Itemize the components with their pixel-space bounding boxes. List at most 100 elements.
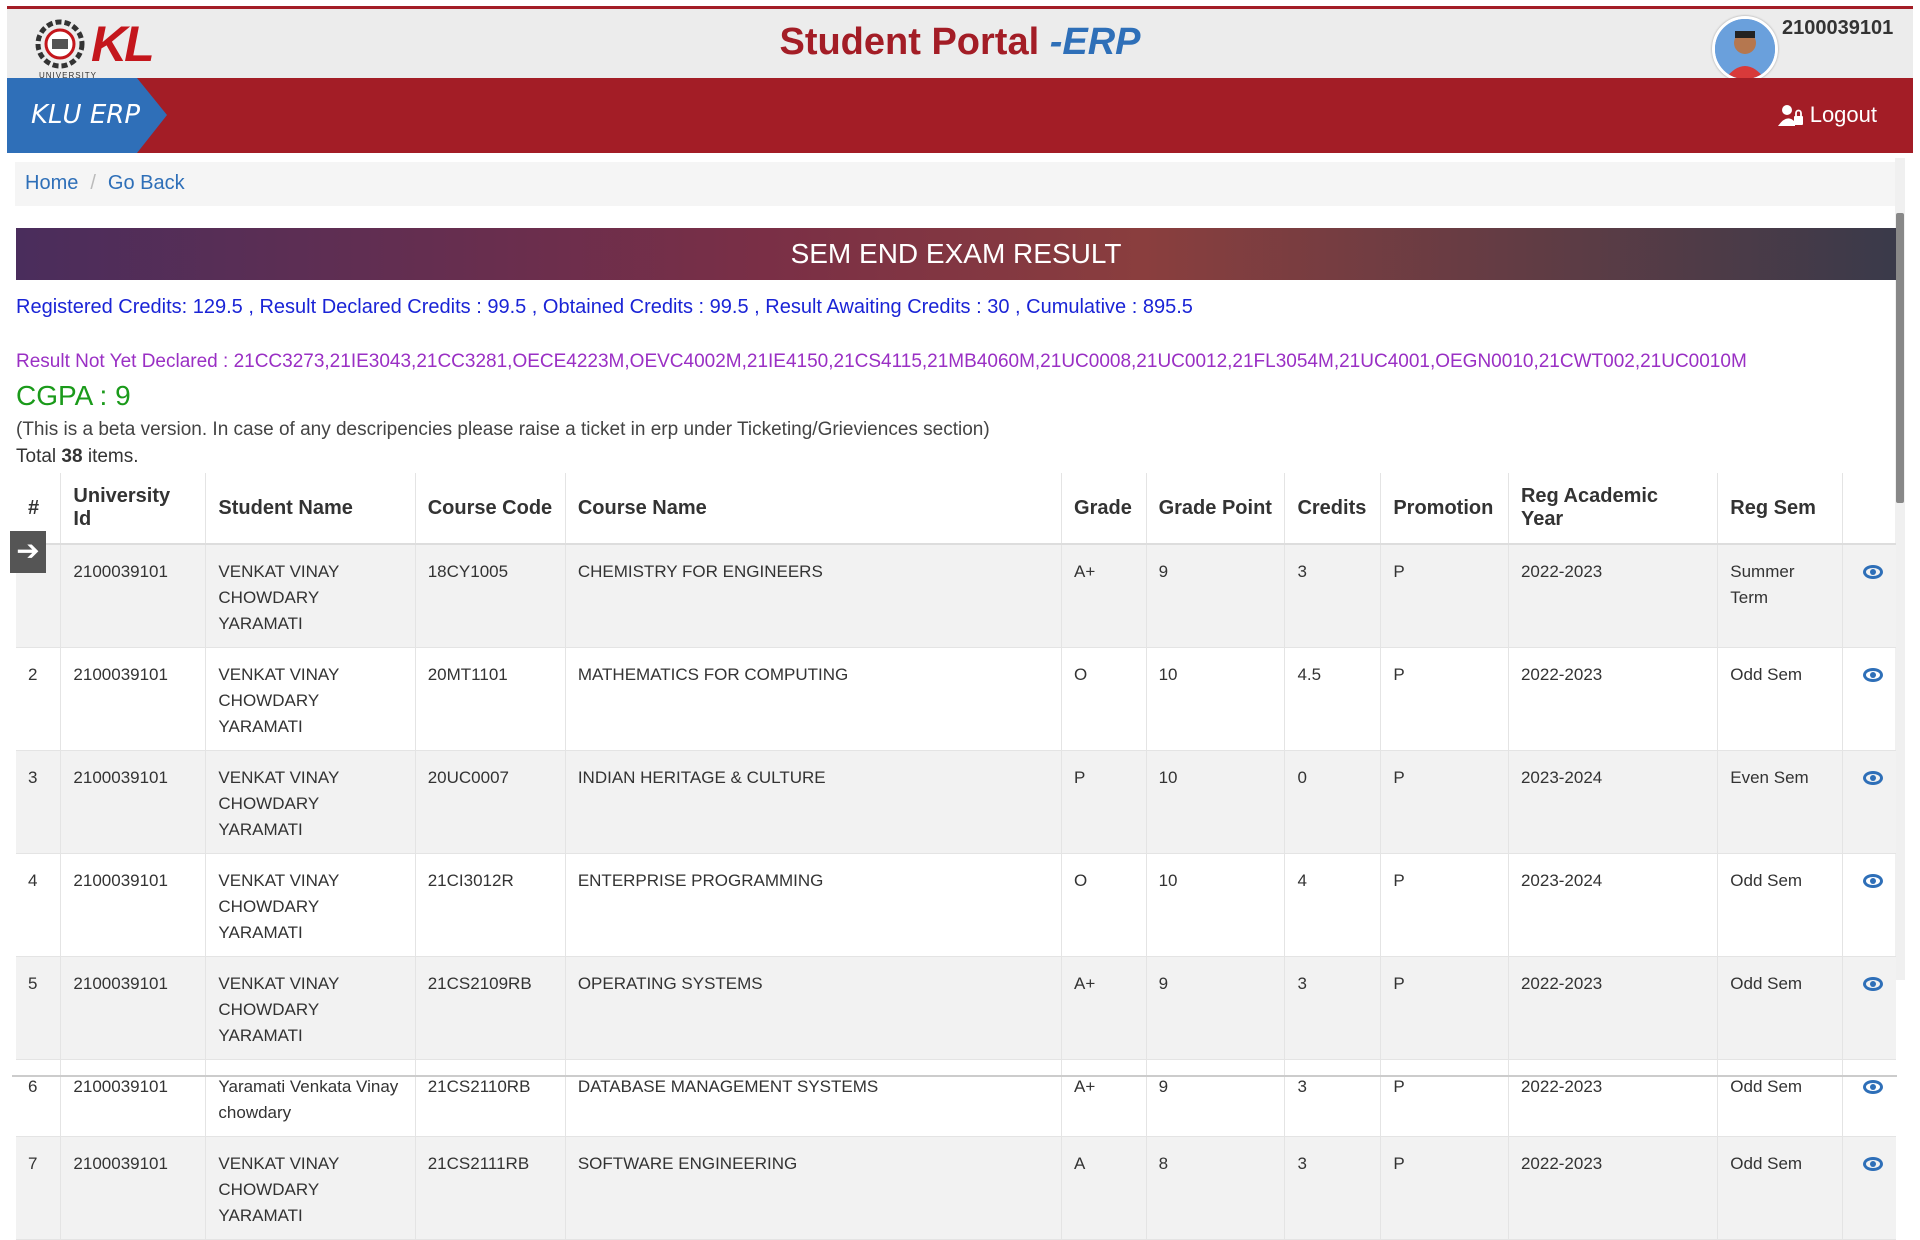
- cell-student-name: VENKAT VINAY CHOWDARY YARAMATI: [205, 956, 416, 1060]
- scrollbar-thumb[interactable]: [1896, 213, 1904, 503]
- table-row[interactable]: 2100039101 VENKAT VINAY CHOWDARY YARAMATI…: [16, 544, 1896, 648]
- cell-actions: [1842, 750, 1896, 854]
- col-header-actions: [1842, 473, 1896, 545]
- cell-university-id: 2100039101: [60, 750, 207, 854]
- table-row[interactable]: 4 2100039101 VENKAT VINAY CHOWDARY YARAMAT…: [16, 853, 1896, 957]
- cell-promotion: P: [1380, 1136, 1509, 1240]
- cell-reg-academic-year: 2022-2023: [1508, 1059, 1719, 1137]
- cell-course-name: CHEMISTRY FOR ENGINEERS: [565, 544, 1063, 648]
- cell-reg-academic-year: 2023-2024: [1508, 750, 1719, 854]
- table-row[interactable]: 6 2100039101 Yaramati Venkata Vinay chowda…: [16, 1059, 1896, 1137]
- cell-course-code: 21CI3012R: [415, 853, 566, 957]
- cell-row-index: 3: [16, 750, 62, 854]
- cell-course-name: OPERATING SYSTEMS: [565, 956, 1063, 1060]
- view-eye-icon[interactable]: [1862, 771, 1883, 785]
- view-eye-icon[interactable]: [1862, 977, 1883, 991]
- cell-course-name: SOFTWARE ENGINEERING: [565, 1136, 1063, 1240]
- table-row[interactable]: 7 2100039101 VENKAT VINAY CHOWDARY YARAMAT…: [16, 1136, 1896, 1240]
- result-not-declared: Result Not Yet Declared : 21CC3273,21IE3…: [16, 351, 1747, 372]
- cell-reg-sem: Odd Sem: [1717, 1136, 1843, 1240]
- breadcrumb-home-link[interactable]: Home: [25, 172, 78, 194]
- col-header-course-code[interactable]: Course Code: [415, 473, 566, 545]
- cell-student-name: VENKAT VINAY CHOWDARY YARAMATI: [205, 750, 416, 854]
- col-header-course-name[interactable]: Course Name: [565, 473, 1063, 545]
- table-body: 2100039101 VENKAT VINAY CHOWDARY YARAMATI…: [16, 544, 1896, 1240]
- cell-actions: [1842, 956, 1896, 1060]
- cell-credits: 4: [1284, 853, 1382, 957]
- cell-credits: 3: [1284, 956, 1382, 1060]
- cell-grade-point: 9: [1146, 544, 1286, 648]
- cell-promotion: P: [1380, 853, 1509, 957]
- cell-university-id: 2100039101: [60, 853, 207, 957]
- col-header-credits[interactable]: Credits: [1284, 473, 1382, 545]
- cell-university-id: 2100039101: [60, 956, 207, 1060]
- cell-grade: A+: [1061, 1059, 1147, 1137]
- page-title: Student Portal -ERP: [7, 21, 1913, 64]
- cell-grade-point: 9: [1146, 956, 1286, 1060]
- cell-promotion: P: [1380, 647, 1509, 751]
- page-scrollbar[interactable]: [1895, 158, 1905, 980]
- view-eye-icon[interactable]: [1862, 1157, 1883, 1171]
- breadcrumb-separator: /: [90, 172, 96, 194]
- cell-row-index: 4: [16, 853, 62, 957]
- bottom-divider: [12, 1075, 1897, 1077]
- cell-course-name: INDIAN HERITAGE & CULTURE: [565, 750, 1063, 854]
- cell-course-name: MATHEMATICS FOR COMPUTING: [565, 647, 1063, 751]
- logout-button[interactable]: Logout: [1777, 102, 1877, 128]
- arrow-right-icon[interactable]: ➔: [10, 531, 46, 573]
- cell-actions: [1842, 1059, 1896, 1137]
- total-items: Total 38 items.: [16, 446, 139, 468]
- cell-course-code: 21CS2109RB: [415, 956, 566, 1060]
- view-eye-icon[interactable]: [1862, 874, 1883, 888]
- breadcrumb-go-back-link[interactable]: Go Back: [108, 172, 185, 194]
- avatar[interactable]: [1712, 16, 1778, 82]
- table-header-row: # University Id Student Name Course Code…: [16, 473, 1896, 545]
- cell-row-index: 5: [16, 956, 62, 1060]
- col-header-university-id[interactable]: University Id: [60, 473, 207, 545]
- total-count: 38: [61, 446, 83, 467]
- cell-row-index: 6: [16, 1059, 62, 1137]
- view-eye-icon[interactable]: [1862, 668, 1883, 682]
- cgpa-value: CGPA : 9: [16, 380, 131, 411]
- col-header-grade[interactable]: Grade: [1061, 473, 1147, 545]
- cell-grade-point: 10: [1146, 750, 1286, 854]
- cell-student-name: VENKAT VINAY CHOWDARY YARAMATI: [205, 647, 416, 751]
- brand-link[interactable]: KLU ERP: [7, 78, 167, 153]
- table-row[interactable]: 3 2100039101 VENKAT VINAY CHOWDARY YARAMAT…: [16, 750, 1896, 854]
- table-row[interactable]: 5 2100039101 VENKAT VINAY CHOWDARY YARAMAT…: [16, 956, 1896, 1060]
- col-header-grade-point[interactable]: Grade Point: [1146, 473, 1286, 545]
- cell-student-name: VENKAT VINAY CHOWDARY YARAMATI: [205, 544, 416, 648]
- beta-note: (This is a beta version. In case of any …: [16, 419, 990, 440]
- top-header: KL UNIVERSITY Student Portal -ERP 210003…: [7, 6, 1913, 82]
- cell-reg-academic-year: 2022-2023: [1508, 956, 1719, 1060]
- cell-grade-point: 8: [1146, 1136, 1286, 1240]
- cell-course-name: ENTERPRISE PROGRAMMING: [565, 853, 1063, 957]
- user-photo-icon: [1715, 19, 1775, 79]
- cell-grade: A+: [1061, 956, 1147, 1060]
- view-eye-icon[interactable]: [1862, 565, 1883, 579]
- cell-reg-sem: Odd Sem: [1717, 956, 1843, 1060]
- cell-promotion: P: [1380, 956, 1509, 1060]
- table-row[interactable]: 2 2100039101 VENKAT VINAY CHOWDARY YARAMAT…: [16, 647, 1896, 751]
- col-header-student-name[interactable]: Student Name: [205, 473, 416, 545]
- cell-grade: P: [1061, 750, 1147, 854]
- user-id: 2100039101: [1782, 17, 1894, 39]
- cell-course-code: 18CY1005: [415, 544, 566, 648]
- cell-grade-point: 10: [1146, 647, 1286, 751]
- total-prefix: Total: [16, 446, 57, 467]
- cell-university-id: 2100039101: [60, 647, 207, 751]
- cell-credits: 0: [1284, 750, 1382, 854]
- cell-reg-academic-year: 2022-2023: [1508, 647, 1719, 751]
- cell-reg-academic-year: 2023-2024: [1508, 853, 1719, 957]
- cell-actions: [1842, 544, 1896, 648]
- col-header-promotion[interactable]: Promotion: [1380, 473, 1509, 545]
- cell-grade: A: [1061, 1136, 1147, 1240]
- col-header-reg-sem[interactable]: Reg Sem: [1717, 473, 1843, 545]
- view-eye-icon[interactable]: [1862, 1080, 1883, 1094]
- cell-reg-sem: Odd Sem: [1717, 1059, 1843, 1137]
- section-banner: SEM END EXAM RESULT: [16, 228, 1896, 280]
- cell-credits: 3: [1284, 1059, 1382, 1137]
- col-header-reg-academic-year[interactable]: Reg Academic Year: [1508, 473, 1719, 545]
- cell-promotion: P: [1380, 1059, 1509, 1137]
- cell-student-name: VENKAT VINAY CHOWDARY YARAMATI: [205, 853, 416, 957]
